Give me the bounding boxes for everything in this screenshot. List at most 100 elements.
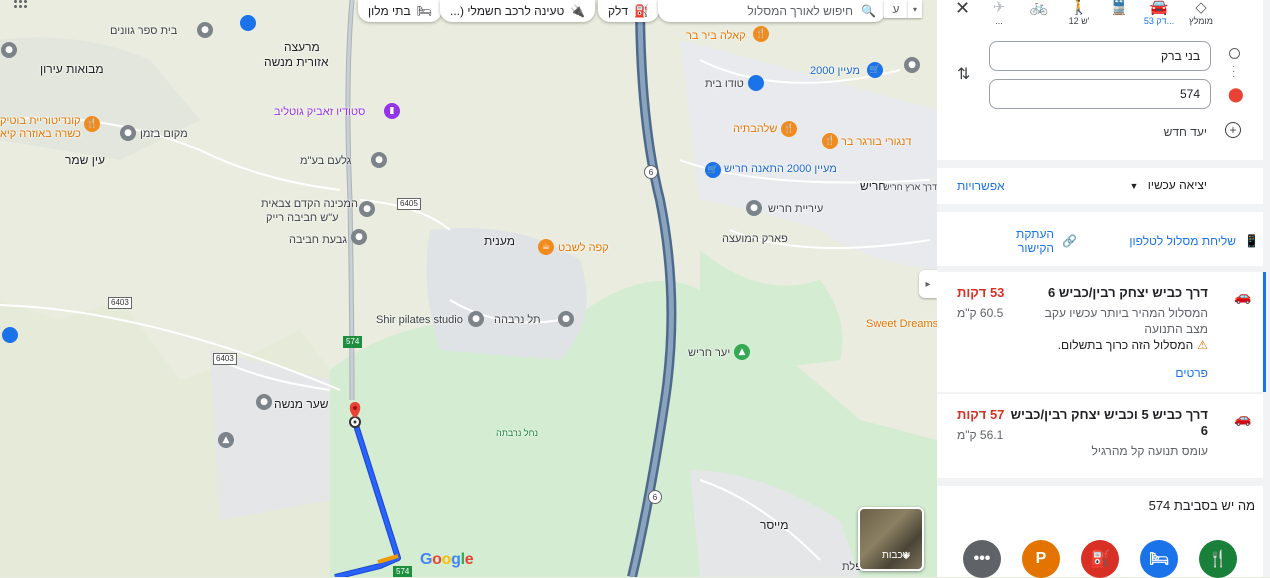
restaurant-icon[interactable]: 🍴 <box>84 116 100 132</box>
depart-now-label: יציאה עכשיו <box>1147 178 1207 192</box>
place-icon[interactable]: ● <box>468 311 484 327</box>
send-to-phone-label: שליחת מסלול לטלפון <box>1129 234 1237 248</box>
transit-icon: 🚆 <box>1109 0 1129 16</box>
chevron-right-icon: ▸ <box>925 278 931 290</box>
route-option-2[interactable]: 🚗 דרך כביש 5 וכביש יצחק רבין/כביש 6 57 ד… <box>937 394 1263 478</box>
place-icon[interactable]: ▲ <box>218 432 234 448</box>
chevron-down-icon[interactable]: ▾ <box>908 0 922 18</box>
send-to-phone-button[interactable]: 📱 שליחת מסלול לטלפון <box>1129 234 1259 248</box>
shopping-icon[interactable]: 🛒 <box>705 162 721 178</box>
school-icon[interactable]: ● <box>197 22 213 38</box>
add-destination[interactable]: יעד חדש <box>1164 125 1207 139</box>
options-link[interactable]: אפשרויות <box>957 179 1005 193</box>
place-icon[interactable]: ● <box>256 394 272 410</box>
mode-label: ... <box>995 16 1003 26</box>
fuel-icon: ⛽ <box>1090 551 1110 568</box>
depart-options-card: יציאה עכשיו ▼ אפשרויות <box>937 168 1263 204</box>
layers-button[interactable]: ◈ שכבות <box>858 507 924 571</box>
school-icon[interactable]: ● <box>351 229 367 245</box>
park-icon[interactable]: ▲ <box>734 344 750 360</box>
copy-link-button[interactable]: 🔗 העתקת הקישור <box>987 227 1077 255</box>
ev-charging-icon: 🔌 <box>570 4 586 18</box>
mode-label: 53 דק... <box>1143 16 1175 26</box>
map-label: מרעצה <box>284 40 320 54</box>
hotel-icon[interactable]: ▮ <box>384 103 400 119</box>
map-label: גבעת חביבה <box>289 234 348 246</box>
mode-driving[interactable]: 🚘 53 דק... <box>1139 0 1179 26</box>
link-icon: 🔗 <box>1062 234 1077 248</box>
restaurant-icon: 🍴 <box>1208 551 1228 568</box>
apps-grid-icon[interactable] <box>14 0 28 10</box>
map-label: אזורית מנשה <box>264 55 329 69</box>
parking-icon[interactable]: P <box>240 15 256 31</box>
mode-flight[interactable]: ✈ ... <box>979 0 1019 26</box>
depart-now-select[interactable]: יציאה עכשיו ▼ <box>1129 178 1207 192</box>
close-icon[interactable]: ✕ <box>955 0 970 19</box>
mode-best[interactable]: ◇ מומלץ <box>1181 0 1221 26</box>
cafe-icon[interactable]: ☕ <box>538 239 554 255</box>
origin-dot-icon <box>1229 48 1240 59</box>
chip-fuel[interactable]: ⛽ דלק <box>598 0 659 22</box>
car-icon: 🚗 <box>1234 288 1252 304</box>
map-label: כשרה באוזרה קיא <box>0 128 81 140</box>
destination-input[interactable]: 574 <box>989 79 1211 109</box>
hotel-icon: 🛏 <box>1148 551 1170 568</box>
collapse-panel-button[interactable]: ▸ <box>919 270 937 298</box>
map-label: דרך ארץ חריש <box>883 182 937 192</box>
swap-icon[interactable]: ⇅ <box>957 64 970 84</box>
more-button[interactable]: ••• <box>963 540 1001 578</box>
place-icon[interactable]: ● <box>120 125 136 141</box>
mode-transit[interactable]: 🚆 <box>1099 0 1139 16</box>
chip-hotels[interactable]: 🛏 בתי מלון <box>358 0 442 22</box>
road-shield-6405: 6405 <box>397 198 421 210</box>
parking-icon[interactable]: P <box>2 327 18 343</box>
mode-label: 12 ש' <box>1068 16 1090 26</box>
map-label: פארק המועצה <box>722 233 788 245</box>
shopping-icon[interactable]: 🛒 <box>867 62 883 78</box>
highway-shield-6: 6 <box>644 165 658 179</box>
map-label: סטודיו זאביק גוטליב <box>274 106 366 118</box>
add-icon[interactable]: + <box>1225 122 1241 138</box>
museum-icon[interactable]: ● <box>904 57 920 73</box>
travel-modes: ◇ מומלץ 🚘 53 דק... 🚆 🚶 12 ש' 🚲 ✈ ... ✕ <box>937 0 1263 30</box>
restaurant-icon[interactable]: 🍴 <box>822 133 838 149</box>
search-placeholder: חיפוש לאורך המסלול <box>747 4 854 18</box>
directions-panel: ◇ מומלץ 🚘 53 דק... 🚆 🚶 12 ש' 🚲 ✈ ... ✕ ·… <box>937 0 1270 578</box>
mode-cycling[interactable]: 🚲 <box>1019 0 1059 16</box>
map-label: יער חריש <box>688 347 731 359</box>
mode-label: מומלץ <box>1189 16 1213 26</box>
map-label: גלעם בע"מ <box>300 155 352 167</box>
map-label: קונדיטוריית בוטיק <box>0 115 81 127</box>
origin-input[interactable]: בני ברק <box>989 41 1211 71</box>
restaurants-button[interactable]: 🍴 <box>1199 540 1237 578</box>
place-icon[interactable]: ● <box>371 152 387 168</box>
google-logo: Google <box>420 551 474 568</box>
restaurant-icon[interactable]: 🍴 <box>781 121 797 137</box>
parking-button[interactable]: P <box>1022 540 1060 578</box>
place-icon[interactable]: ● <box>558 311 574 327</box>
gas-stations-button[interactable]: ⛽ <box>1081 540 1119 578</box>
map-canvas[interactable]: 6405 6403 6403 574 574 6 6 ● ● 🍴 ● ▮ ● ●… <box>0 0 937 577</box>
details-link[interactable]: פרטים <box>1175 366 1208 380</box>
restaurant-icon[interactable]: 🍴 <box>753 26 769 42</box>
place-icon[interactable]: ● <box>746 200 762 216</box>
chip-ev-charging[interactable]: 🔌 טעינה לרכב חשמלי (... <box>440 0 596 22</box>
mode-walking[interactable]: 🚶 12 ש' <box>1059 0 1099 26</box>
place-icon[interactable]: ● <box>359 201 375 217</box>
bike-icon: 🚲 <box>1029 0 1049 16</box>
share-card: 📱 שליחת מסלול לטלפון 🔗 העתקת הקישור <box>937 212 1263 266</box>
route-time: 53 דקות <box>957 285 1005 300</box>
road-shield-6403: 6403 <box>108 297 132 309</box>
route-description: עומס תנועה קל מהרגיל <box>1091 444 1208 458</box>
hotels-button[interactable]: 🛏 <box>1140 540 1178 578</box>
language-button[interactable]: ע <box>884 0 908 18</box>
flight-icon: ✈ <box>992 0 1006 16</box>
directions-input-card: ◇ מומלץ 🚘 53 דק... 🚆 🚶 12 ש' 🚲 ✈ ... ✕ ·… <box>937 0 1263 160</box>
route-title: דרך כביש יצחק רבין/כביש 6 <box>1048 285 1208 300</box>
place-icon[interactable]: ● <box>1 42 17 58</box>
route-option-1[interactable]: 🚗 דרך כביש יצחק רבין/כביש 6 53 דקות המסל… <box>937 272 1266 392</box>
shopping-icon[interactable]: 🛍 <box>748 75 764 91</box>
copy-link-label: העתקת הקישור <box>1016 227 1055 255</box>
map-label: מענית <box>484 234 515 248</box>
search-along-route[interactable]: 🔍 חיפוש לאורך המסלול <box>658 0 886 22</box>
